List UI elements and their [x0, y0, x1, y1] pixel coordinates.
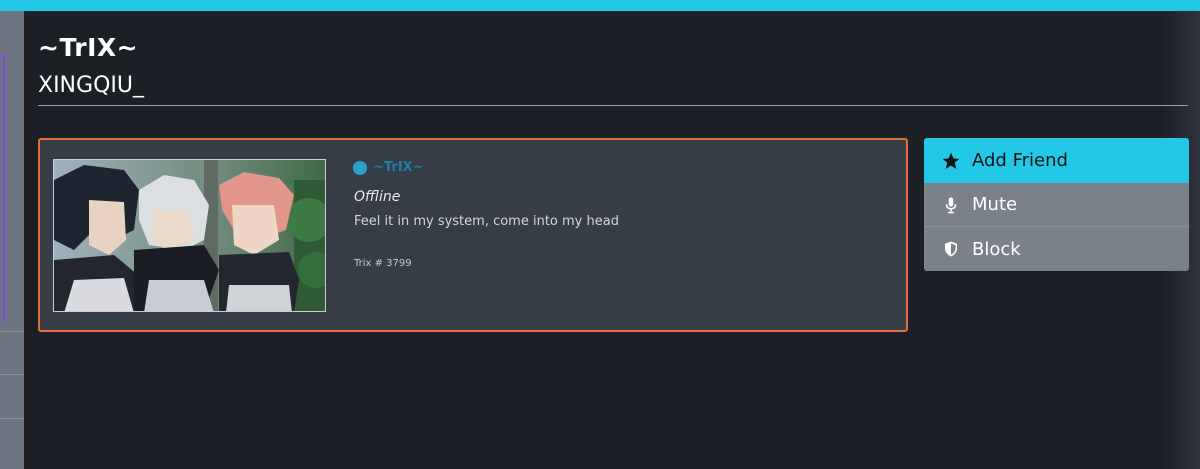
user-tag: Trix # 3799 [354, 258, 412, 269]
microphone-icon [940, 194, 962, 216]
profile-card: ~TrIX~ Offline Feel it in my system, com… [38, 138, 908, 332]
profile-page: ~TrIX~ XINGQIU_ ~TrIX~ Offline Feel it i… [24, 11, 1189, 469]
sidebar-divider [0, 418, 24, 419]
shield-icon [940, 238, 962, 260]
add-friend-label: Add Friend [972, 150, 1068, 171]
block-button[interactable]: Block [924, 227, 1189, 271]
page-subtitle: XINGQIU_ [38, 73, 144, 98]
add-friend-button[interactable]: Add Friend [924, 138, 1189, 183]
banner-illustration [54, 160, 325, 311]
sidebar-divider [0, 374, 24, 375]
mute-button[interactable]: Mute [924, 183, 1189, 227]
top-accent-bar [0, 0, 1200, 11]
sidebar-divider [0, 331, 24, 332]
page-title: ~TrIX~ [38, 33, 139, 62]
star-icon [940, 150, 962, 172]
left-sidebar [0, 11, 24, 469]
presence-status: Offline [354, 189, 401, 205]
profile-bio: Feel it in my system, come into my head [354, 214, 619, 229]
title-divider [38, 105, 1188, 106]
status-dot-icon [353, 160, 367, 175]
profile-username: ~TrIX~ [373, 160, 424, 175]
mute-label: Mute [972, 194, 1018, 215]
block-label: Block [972, 238, 1021, 260]
sidebar-active-indicator [0, 55, 5, 321]
profile-banner-image [53, 159, 326, 312]
profile-actions-menu: Add Friend Mute Block [924, 138, 1189, 271]
username-line: ~TrIX~ [353, 160, 424, 175]
